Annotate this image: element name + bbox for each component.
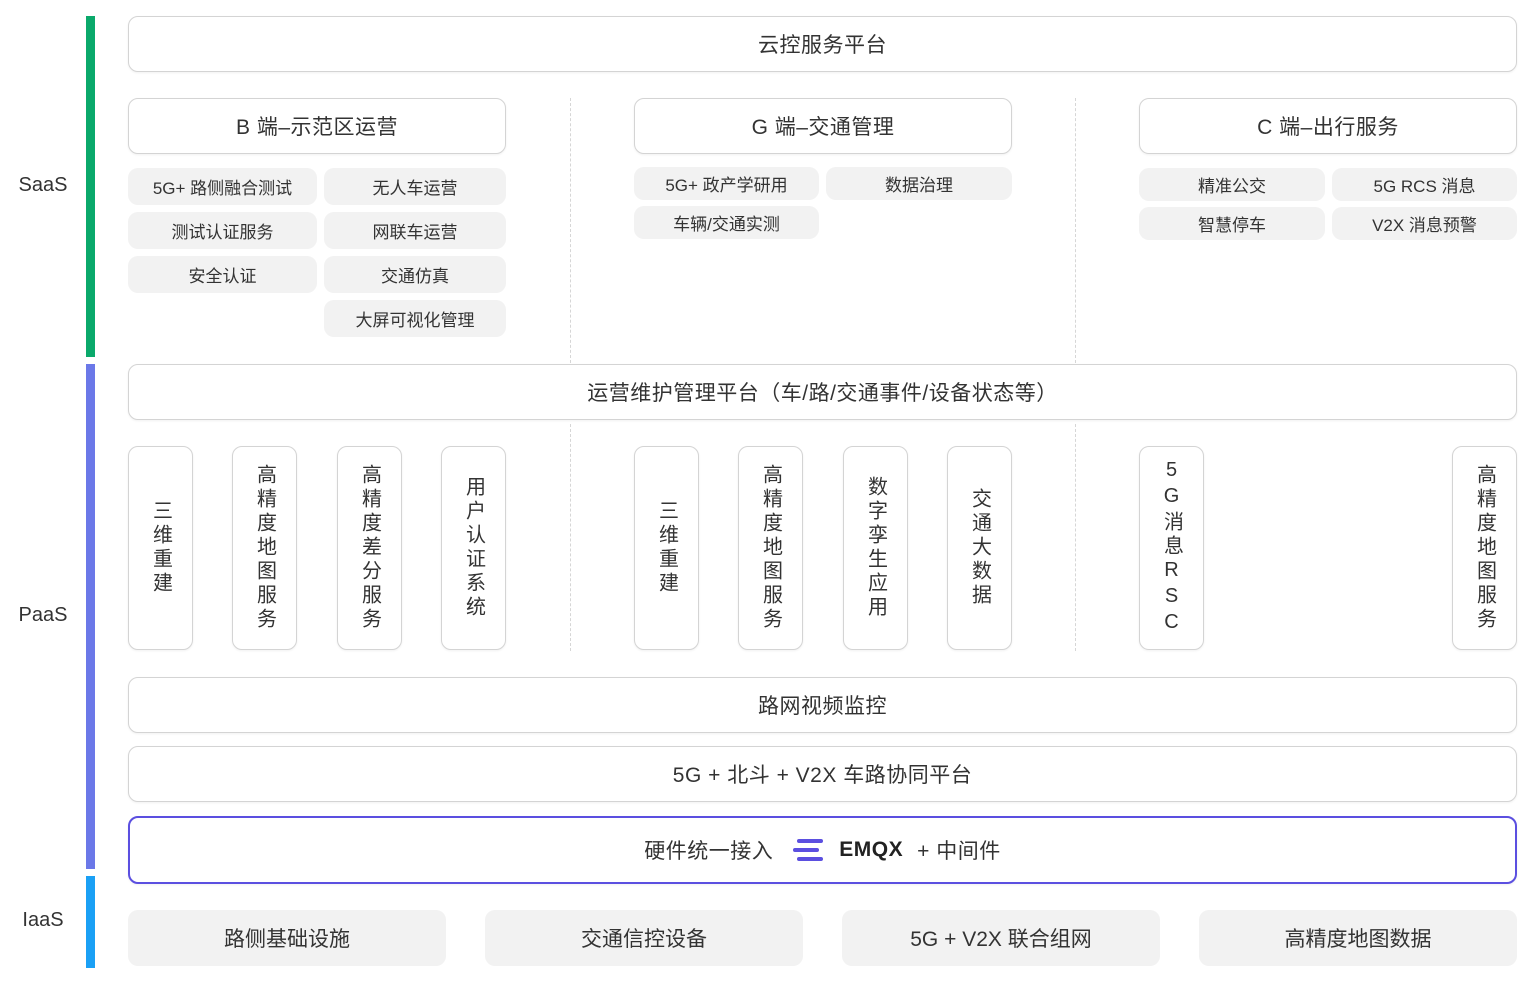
module-label: 数字孪生应用 — [864, 476, 887, 620]
g-item: 5G+ 政产学研用 — [634, 167, 819, 200]
module-label: 高精度地图服务 — [759, 464, 782, 632]
divider-saas-2 — [1075, 98, 1076, 363]
module-label: 交通大数据 — [968, 488, 991, 608]
emqx-logo-icon — [793, 837, 825, 863]
c-module: 5G消息RSC — [1139, 446, 1204, 650]
g-item: 车辆/交通实测 — [634, 206, 819, 239]
b-item: 无人车运营 — [324, 168, 506, 205]
saas-bar — [86, 16, 95, 357]
c-module: 高精度地图服务 — [1452, 446, 1517, 650]
paas-label: PaaS — [18, 604, 68, 626]
b-end-header: B 端–示范区运营 — [128, 98, 506, 154]
c-item: V2X 消息预警 — [1332, 207, 1517, 240]
iaas-item: 高精度地图数据 — [1199, 910, 1517, 966]
b-item: 交通仿真 — [324, 256, 506, 293]
iaas-item: 交通信控设备 — [485, 910, 803, 966]
b-module: 三维重建 — [128, 446, 193, 650]
hardware-access-box: 硬件统一接入 EMQX + 中间件 — [128, 816, 1517, 884]
b-module: 高精度地图服务 — [232, 446, 297, 650]
middleware-label: + 中间件 — [917, 840, 1001, 863]
b-module: 用户认证系统 — [441, 446, 506, 650]
iaas-bar — [86, 876, 95, 968]
module-label: 三维重建 — [149, 500, 172, 596]
road-video-monitoring: 路网视频监控 — [128, 677, 1517, 733]
iaas-item: 5G + V2X 联合组网 — [842, 910, 1160, 966]
module-label: 高精度地图服务 — [1473, 464, 1496, 632]
paas-bar — [86, 364, 95, 869]
b-module: 高精度差分服务 — [337, 446, 402, 650]
module-label: 高精度差分服务 — [358, 464, 381, 632]
divider-paas-2 — [1075, 424, 1076, 651]
module-label: 三维重建 — [655, 500, 678, 596]
module-label: 高精度地图服务 — [253, 464, 276, 632]
g-end-header: G 端–交通管理 — [634, 98, 1012, 154]
divider-paas-1 — [570, 424, 571, 651]
g-module: 交通大数据 — [947, 446, 1012, 650]
g-item: 数据治理 — [826, 167, 1012, 200]
c-item: 5G RCS 消息 — [1332, 168, 1517, 201]
cloud-control-platform: 云控服务平台 — [128, 16, 1517, 72]
c-end-header: C 端–出行服务 — [1139, 98, 1517, 154]
divider-saas-1 — [570, 98, 571, 363]
b-item: 网联车运营 — [324, 212, 506, 249]
c-item: 智慧停车 — [1139, 207, 1325, 240]
b-item: 5G+ 路侧融合测试 — [128, 168, 317, 205]
g-module: 三维重建 — [634, 446, 699, 650]
module-label: 5G消息RSC — [1160, 459, 1183, 637]
c-item: 精准公交 — [1139, 168, 1325, 201]
saas-label: SaaS — [18, 174, 68, 196]
hardware-access-label: 硬件统一接入 — [644, 840, 774, 863]
iaas-item: 路侧基础设施 — [128, 910, 446, 966]
v2x-collaboration-platform: 5G + 北斗 + V2X 车路协同平台 — [128, 746, 1517, 802]
module-label: 用户认证系统 — [462, 476, 485, 620]
iaas-label: IaaS — [22, 909, 64, 931]
b-item: 测试认证服务 — [128, 212, 317, 249]
g-module: 高精度地图服务 — [738, 446, 803, 650]
b-item: 安全认证 — [128, 256, 317, 293]
g-module: 数字孪生应用 — [843, 446, 908, 650]
ops-management-platform: 运营维护管理平台（车/路/交通事件/设备状态等） — [128, 364, 1517, 420]
emqx-name: EMQX — [839, 838, 904, 861]
b-item: 大屏可视化管理 — [324, 300, 506, 337]
